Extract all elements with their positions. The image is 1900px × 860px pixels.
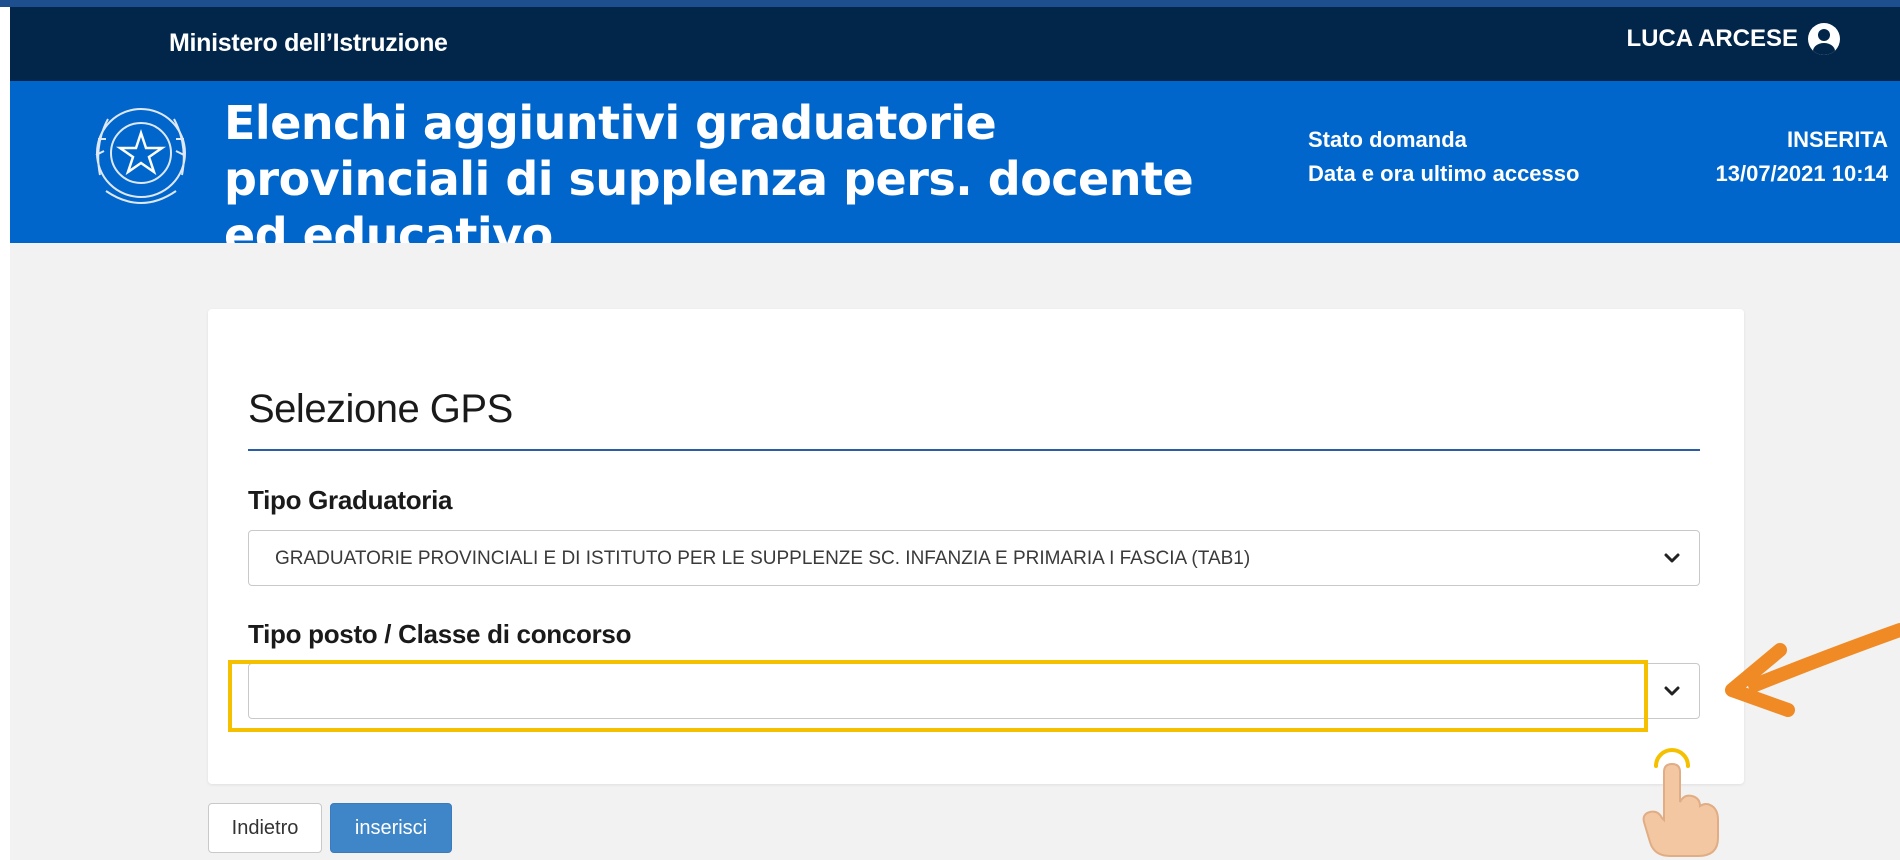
tipo-posto-select[interactable]	[248, 663, 1700, 719]
status-value: INSERITA	[1786, 127, 1888, 152]
ministry-name: Ministero dell’Istruzione	[169, 29, 448, 57]
content-area: Selezione GPS Tipo Graduatoria GRADUATOR…	[10, 243, 1900, 860]
tipo-graduatoria-label: Tipo Graduatoria	[248, 485, 453, 515]
pointing-hand-icon	[1642, 748, 1719, 857]
app-title: Elenchi aggiuntivi graduatorie provincia…	[224, 96, 1194, 262]
annotation-arrow-icon	[1725, 623, 1900, 717]
status-label: Stato domanda	[1308, 127, 1467, 152]
user-name: LUCA ARCESE	[1626, 25, 1798, 52]
application-status: Stato domanda INSERITA Data e ora ultimo…	[1308, 123, 1888, 191]
user-menu[interactable]: LUCA ARCESE	[1626, 23, 1840, 55]
user-circle-icon	[1808, 23, 1840, 55]
back-button[interactable]: Indietro	[208, 803, 322, 853]
page-title: Selezione GPS	[248, 387, 513, 431]
chevron-down-icon	[1664, 553, 1680, 563]
selection-card: Selezione GPS Tipo Graduatoria GRADUATOR…	[208, 309, 1744, 784]
italian-emblem-icon	[95, 108, 186, 204]
tipo-posto-label: Tipo posto / Classe di concorso	[248, 619, 632, 649]
insert-button[interactable]: inserisci	[330, 803, 452, 853]
top-bar: Ministero dell’Istruzione LUCA ARCESE	[10, 7, 1900, 81]
tipo-graduatoria-value: GRADUATORIE PROVINCIALI E DI ISTITUTO PE…	[275, 548, 1251, 569]
last-access-label: Data e ora ultimo accesso	[1308, 161, 1580, 186]
chevron-down-icon	[1664, 686, 1680, 696]
window-top-edge	[0, 0, 1900, 7]
title-divider	[248, 449, 1700, 451]
last-access-value: 13/07/2021 10:14	[1715, 161, 1889, 186]
tipo-graduatoria-select[interactable]: GRADUATORIE PROVINCIALI E DI ISTITUTO PE…	[248, 530, 1700, 586]
app-header: Elenchi aggiuntivi graduatorie provincia…	[10, 81, 1900, 262]
